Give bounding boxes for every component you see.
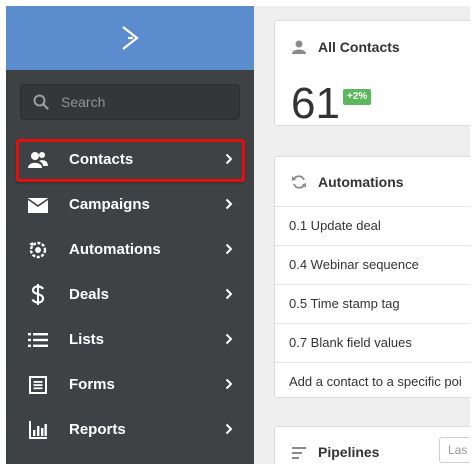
user-icon [292,40,306,54]
search-icon [33,94,49,110]
automation-row[interactable]: Add a contact to a specific poi [275,362,470,401]
card-title: Automations [318,174,404,190]
form-icon [28,375,48,395]
chevron-right-icon [225,378,233,390]
sidebar-item-label: Deals [69,286,110,303]
envelope-icon [28,195,48,215]
card-title: All Contacts [318,39,400,55]
automation-row[interactable]: 0.4 Webinar sequence [275,245,470,284]
search-box[interactable] [20,84,240,120]
chevron-right-logo-icon [122,26,139,50]
sidebar-item-label: Automations [69,241,161,258]
sidebar-item-label: Reports [69,421,126,438]
sidebar-item-automations[interactable]: Automations [6,228,254,272]
automations-card: Automations 0.1 Update deal 0.4 Webinar … [274,156,470,398]
chevron-right-icon [225,243,233,255]
pipelines-card: Pipelines Las [274,426,470,464]
sidebar-item-label: Campaigns [69,196,150,213]
bar-chart-icon [28,420,48,440]
contacts-count: 61 [291,79,340,128]
chevron-right-icon [225,288,233,300]
sidebar-item-lists[interactable]: Lists [6,318,254,362]
change-badge: +2% [343,89,372,105]
sidebar-item-forms[interactable]: Forms [6,363,254,407]
sidebar: Contacts Campaigns [6,6,254,464]
sidebar-item-label: Contacts [69,151,134,168]
sidebar-item-contacts[interactable]: Contacts [6,138,254,182]
app-window: Contacts Campaigns [6,6,470,464]
sidebar-item-label: Forms [69,376,115,393]
chevron-right-icon [225,423,233,435]
sidebar-item-campaigns[interactable]: Campaigns [6,183,254,227]
contacts-icon [28,150,48,170]
automation-row[interactable]: 0.1 Update deal [275,206,470,245]
automation-gear-icon [28,240,48,260]
chevron-right-icon [225,333,233,345]
refresh-icon [292,175,306,189]
sidebar-item-label: Lists [69,331,105,348]
list-icon [28,330,48,350]
sidebar-item-reports[interactable]: Reports [6,408,254,452]
automation-row[interactable]: 0.7 Blank field values [275,323,470,362]
dollar-icon [28,284,48,305]
chevron-right-icon [225,153,233,165]
sidebar-item-deals[interactable]: Deals [6,273,254,317]
logo-bar[interactable] [6,6,254,70]
all-contacts-card[interactable]: All Contacts 61 +2% [274,20,470,128]
card-title: Pipelines [318,444,380,460]
automation-row[interactable]: 0.5 Time stamp tag [275,284,470,323]
chevron-right-icon [225,198,233,210]
pipeline-filter-select[interactable]: Las [439,437,470,463]
pipeline-lines-icon [292,447,306,459]
search-input[interactable] [61,85,231,119]
